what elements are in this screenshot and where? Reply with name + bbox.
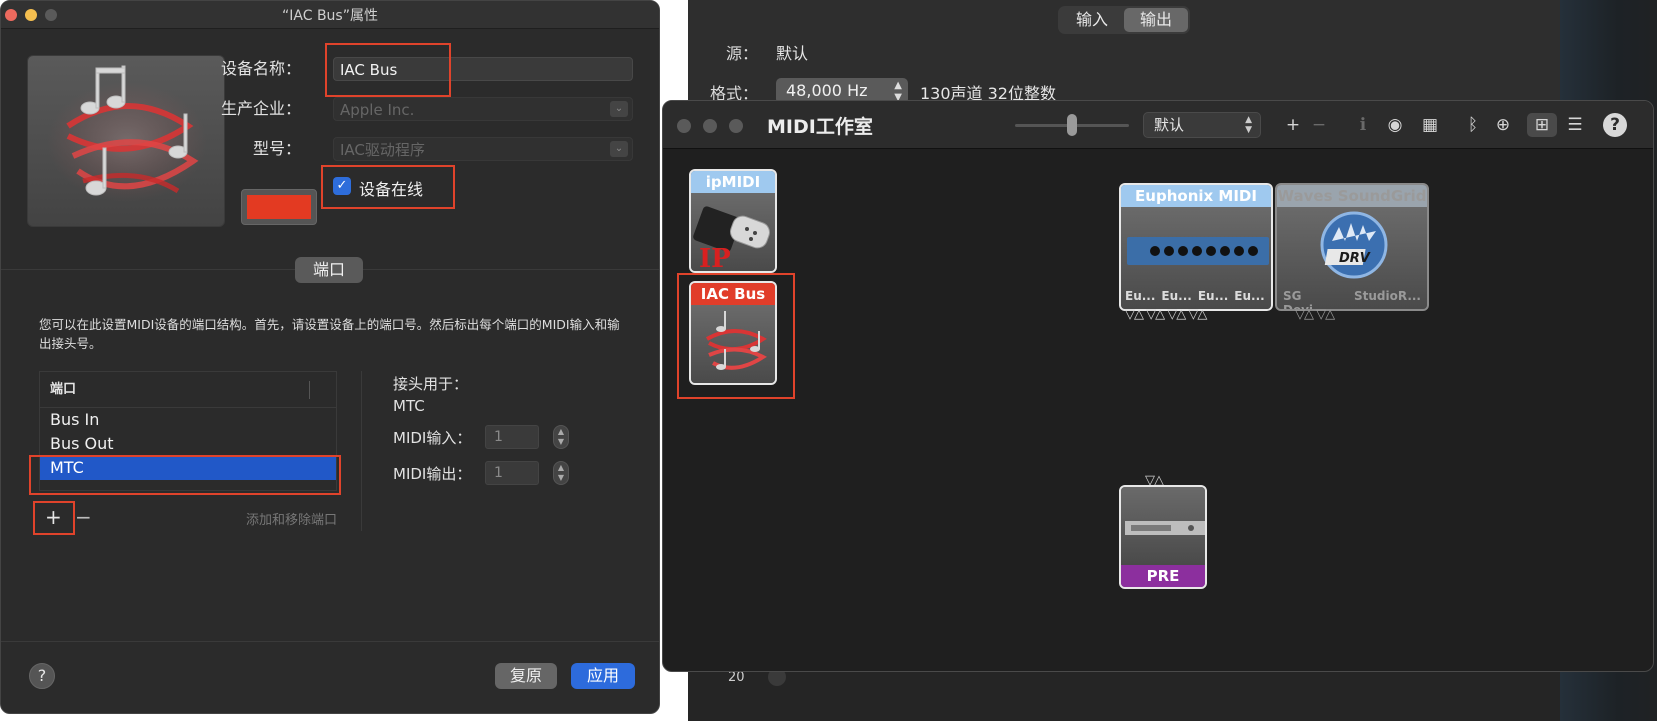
port-label: Eu... [1234,289,1265,303]
port-label: Eu... [1197,289,1229,303]
midi-in-stepper[interactable]: ▲ ▼ [553,425,569,449]
minimize-window-button[interactable] [703,119,717,133]
device-title: Waves SoundGrid [1277,185,1427,207]
jack-usage-label: 接头用于： [393,375,469,393]
segment-output[interactable]: 输出 [1124,8,1188,32]
manufacturer-field[interactable]: Apple Inc. ⌄ [333,97,633,121]
midi-in-label: MIDI输入： [393,429,472,447]
rescan-icon[interactable]: ◉ [1383,113,1407,137]
port-label: StudioR... [1353,289,1421,303]
drv-driver-icon: DRV [1320,211,1388,279]
model-field[interactable]: IAC驱动程序 ⌄ [333,137,633,161]
device-ports: Eu... Eu... Eu... Eu... [1125,289,1271,303]
format-value: 48,000 Hz [786,81,868,100]
zoom-slider-thumb[interactable] [1067,114,1077,136]
remove-port-button[interactable]: − [75,507,92,527]
io-segmented-control[interactable]: 输入 输出 [1058,6,1190,34]
rack-unit-icon [1125,521,1205,535]
window-title: “IAC Bus”属性 [282,8,378,24]
device-title: IAC Bus [691,283,775,305]
info-icon[interactable]: ℹ [1351,113,1375,137]
port-connectors[interactable]: ▽△ ▽△ [1295,307,1335,322]
device-name-label: 设备名称： [220,59,301,78]
device-icon-well[interactable] [27,55,225,227]
apply-button[interactable]: 应用 [571,663,635,689]
zoom-window-button[interactable] [729,119,743,133]
iac-bus-properties-window: “IAC Bus”属性 设备名称： IAC Bus 生产企业： Apple In… [0,0,660,714]
midi-in-field[interactable]: 1 [485,425,539,449]
midi-studio-window: MIDI工作室 默认 ▲ ▼ + − ℹ ◉ ▦ ᛒ ⊕ ⊞ ☰ ? ipMIDI… [662,100,1654,672]
music-notes-icon [47,65,207,202]
select-arrows-icon: ▲ ▼ [1245,115,1252,135]
device-waves-soundgrid[interactable]: Waves SoundGrid DRV SG Devi... StudioR..… [1275,183,1429,311]
ports-column-header: 端口 [50,382,77,397]
list-view-icon[interactable]: ☰ [1563,113,1587,137]
source-value: 默认 [776,44,809,63]
properties-titlebar: “IAC Bus”属性 [1,1,659,29]
table-row-selected[interactable]: MTC [40,456,336,480]
manufacturer-value: Apple Inc. [340,101,415,119]
help-button[interactable]: ? [29,663,55,689]
interface-hardware-icon [1127,237,1269,265]
configuration-value: 默认 [1154,116,1185,134]
test-setup-icon[interactable]: ▦ [1415,113,1445,137]
device-online-label: 设备在线 [359,180,424,199]
network-icon[interactable]: ⊕ [1491,113,1515,137]
midi-studio-toolbar: MIDI工作室 默认 ▲ ▼ + − ℹ ◉ ▦ ᛒ ⊕ ⊞ ☰ ? [663,101,1653,149]
source-label: 源： [725,44,758,63]
device-body [1121,487,1205,565]
tab-ports[interactable]: 端口 [295,257,363,283]
table-row[interactable]: Bus In [40,408,336,432]
footer-divider [1,641,659,642]
port-label: Eu... [1125,289,1156,303]
midi-studio-title: MIDI工作室 [767,116,873,138]
device-title: PRE [1121,565,1205,587]
device-color-well[interactable] [241,189,317,225]
device-name-field[interactable]: IAC Bus [333,57,633,81]
drv-logo-text: DRV [1339,251,1371,266]
bluetooth-icon[interactable]: ᛒ [1461,113,1485,137]
midi-out-stepper[interactable]: ▲ ▼ [553,461,569,485]
plus-icon[interactable]: + [1281,113,1305,137]
segment-input[interactable]: 输入 [1060,8,1124,32]
device-color-swatch [247,195,311,219]
manufacturer-label: 生产企业： [220,99,301,118]
column-divider [309,381,310,399]
ports-table[interactable]: 端口 Bus In Bus Out MTC [39,371,337,491]
model-label: 型号： [252,139,301,158]
device-iac-bus[interactable]: IAC Bus [689,281,777,385]
table-row[interactable]: Bus Out [40,432,336,456]
help-icon[interactable]: ? [1603,113,1627,137]
model-value: IAC驱动程序 [340,141,425,159]
midi-out-field[interactable]: 1 [485,461,539,485]
ports-description: 您可以在此设置MIDI设备的端口结构。首先，请设置设备上的端口号。然后标出每个端… [39,317,620,351]
device-title: ipMIDI [691,171,775,193]
configuration-select[interactable]: 默认 ▲ ▼ [1143,112,1261,138]
jack-usage-value: MTC [393,397,425,415]
revert-button[interactable]: 复原 [495,663,557,689]
port-label: Eu... [1161,289,1192,303]
add-remove-ports-label: 添加和移除端口 [245,513,337,528]
chevron-down-icon[interactable]: ⌄ [610,101,628,117]
device-title: Euphonix MIDI [1121,185,1271,207]
device-body: IP [691,193,775,271]
device-euphonix-midi[interactable]: Euphonix MIDI Eu... Eu... Eu... Eu... [1119,183,1273,311]
icon-view-icon[interactable]: ⊞ [1527,113,1557,137]
ipmidi-logo-text: IP [699,244,731,273]
vertical-divider [361,371,362,531]
device-pre[interactable]: PRE [1119,485,1207,589]
device-ipmidi[interactable]: ipMIDI IP [689,169,777,273]
add-port-button[interactable]: + [45,507,62,527]
ports-table-header: 端口 [40,372,336,408]
music-notes-icon [706,311,767,370]
minus-icon[interactable]: − [1307,113,1331,137]
device-body [691,305,775,383]
chevron-down-icon[interactable]: ⌄ [610,141,628,157]
device-online-checkbox[interactable]: ✓ [333,177,351,195]
midi-out-label: MIDI输出： [393,465,472,483]
channel-number: 20 [728,670,745,685]
close-window-button[interactable] [677,119,691,133]
midi-cable-icon: IP [693,206,770,273]
port-connectors[interactable]: ▽△ ▽△ ▽△ ▽△ [1125,307,1207,322]
